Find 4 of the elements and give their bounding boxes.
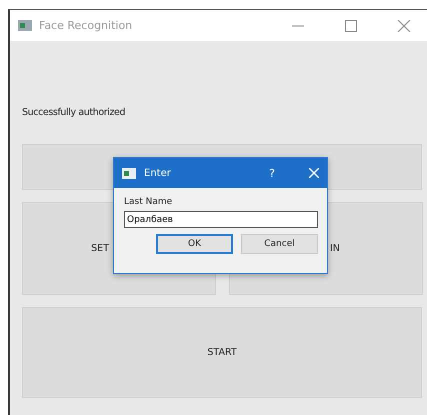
status-label: Successfully authorized bbox=[22, 107, 126, 118]
field-label: Last Name bbox=[124, 197, 174, 207]
dialog-title: Enter bbox=[144, 168, 172, 178]
window-title: Face Recognition bbox=[39, 19, 134, 32]
